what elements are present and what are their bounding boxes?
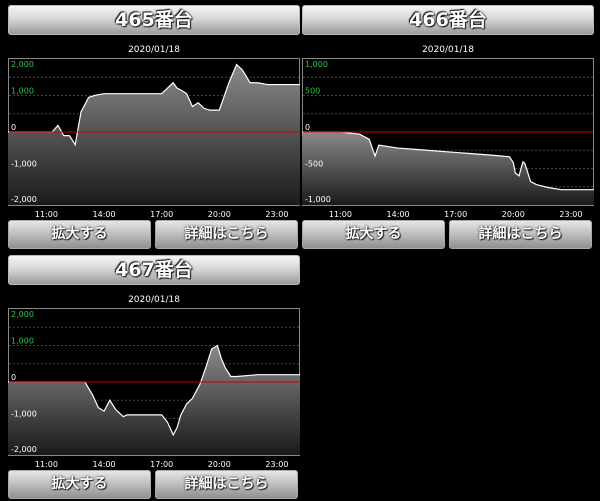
x-tick-label: 23:00 xyxy=(265,460,288,469)
zoom-button-466[interactable]: 拡大する xyxy=(302,220,445,249)
x-tick-label: 20:00 xyxy=(208,460,231,469)
x-tick-label: 14:00 xyxy=(387,210,410,219)
chart-466: 1,000 500 0 -500 -1,000 11:00 14:00 17:00 20:00 2… xyxy=(302,58,594,219)
x-tick-label: 20:00 xyxy=(502,210,525,219)
y-tick-label: -2,000 xyxy=(11,445,37,454)
x-tick-label: 20:00 xyxy=(208,210,231,219)
x-tick-label: 11:00 xyxy=(35,210,58,219)
y-tick-label: 0 xyxy=(11,373,16,382)
x-tick-label: 11:00 xyxy=(35,460,58,469)
x-tick-label: 17:00 xyxy=(150,460,173,469)
y-tick-label: -1,000 xyxy=(11,160,37,169)
y-tick-label: 1,000 xyxy=(305,60,328,69)
machine-title-465: 465番台 xyxy=(8,5,300,35)
chart-date-465: 2020/01/18 xyxy=(128,45,180,55)
machine-panel-466: 466番台 2020/01/18 1,000 500 0 -500 -1,000 11:0… xyxy=(302,5,594,250)
y-tick-label: 2,000 xyxy=(11,310,34,319)
x-tick-label: 17:00 xyxy=(150,210,173,219)
zoom-button-467[interactable]: 拡大する xyxy=(8,470,151,499)
detail-button-465[interactable]: 詳細はこちら xyxy=(155,220,298,249)
y-tick-label: -500 xyxy=(305,160,323,169)
y-tick-label: 500 xyxy=(305,87,320,96)
y-tick-label: 1,000 xyxy=(11,87,34,96)
x-tick-label: 11:00 xyxy=(329,210,352,219)
y-tick-label: 0 xyxy=(305,123,310,132)
x-tick-label: 14:00 xyxy=(93,460,116,469)
x-tick-label: 17:00 xyxy=(444,210,467,219)
machine-panel-465: 465番台 2020/01/18 2,000 1,000 0 -1,000 -2,000… xyxy=(8,5,300,250)
x-tick-label: 14:00 xyxy=(93,210,116,219)
detail-button-467[interactable]: 詳細はこちら xyxy=(155,470,298,499)
y-tick-label: -2,000 xyxy=(11,195,37,204)
y-tick-label: 0 xyxy=(11,123,16,132)
y-tick-label: -1,000 xyxy=(11,410,37,419)
chart-date-466: 2020/01/18 xyxy=(422,45,474,55)
y-tick-label: 1,000 xyxy=(11,337,34,346)
machine-title-467: 467番台 xyxy=(8,255,300,285)
chart-465: 2,000 1,000 0 -1,000 -2,000 11:00 14:00 17:00 20… xyxy=(8,58,300,219)
machine-panel-467: 467番台 2020/01/18 2,000 1,000 0 -1,000 -2,000… xyxy=(8,255,300,500)
chart-date-467: 2020/01/18 xyxy=(128,295,180,305)
y-tick-label: 2,000 xyxy=(11,60,34,69)
detail-button-466[interactable]: 詳細はこちら xyxy=(449,220,592,249)
machine-title-466: 466番台 xyxy=(302,5,594,35)
zoom-button-465[interactable]: 拡大する xyxy=(8,220,151,249)
chart-467: 2,000 1,000 0 -1,000 -2,000 11:00 14:00 17:00 20… xyxy=(8,308,300,469)
x-tick-label: 23:00 xyxy=(559,210,582,219)
x-tick-label: 23:00 xyxy=(265,210,288,219)
y-tick-label: -1,000 xyxy=(305,195,331,204)
